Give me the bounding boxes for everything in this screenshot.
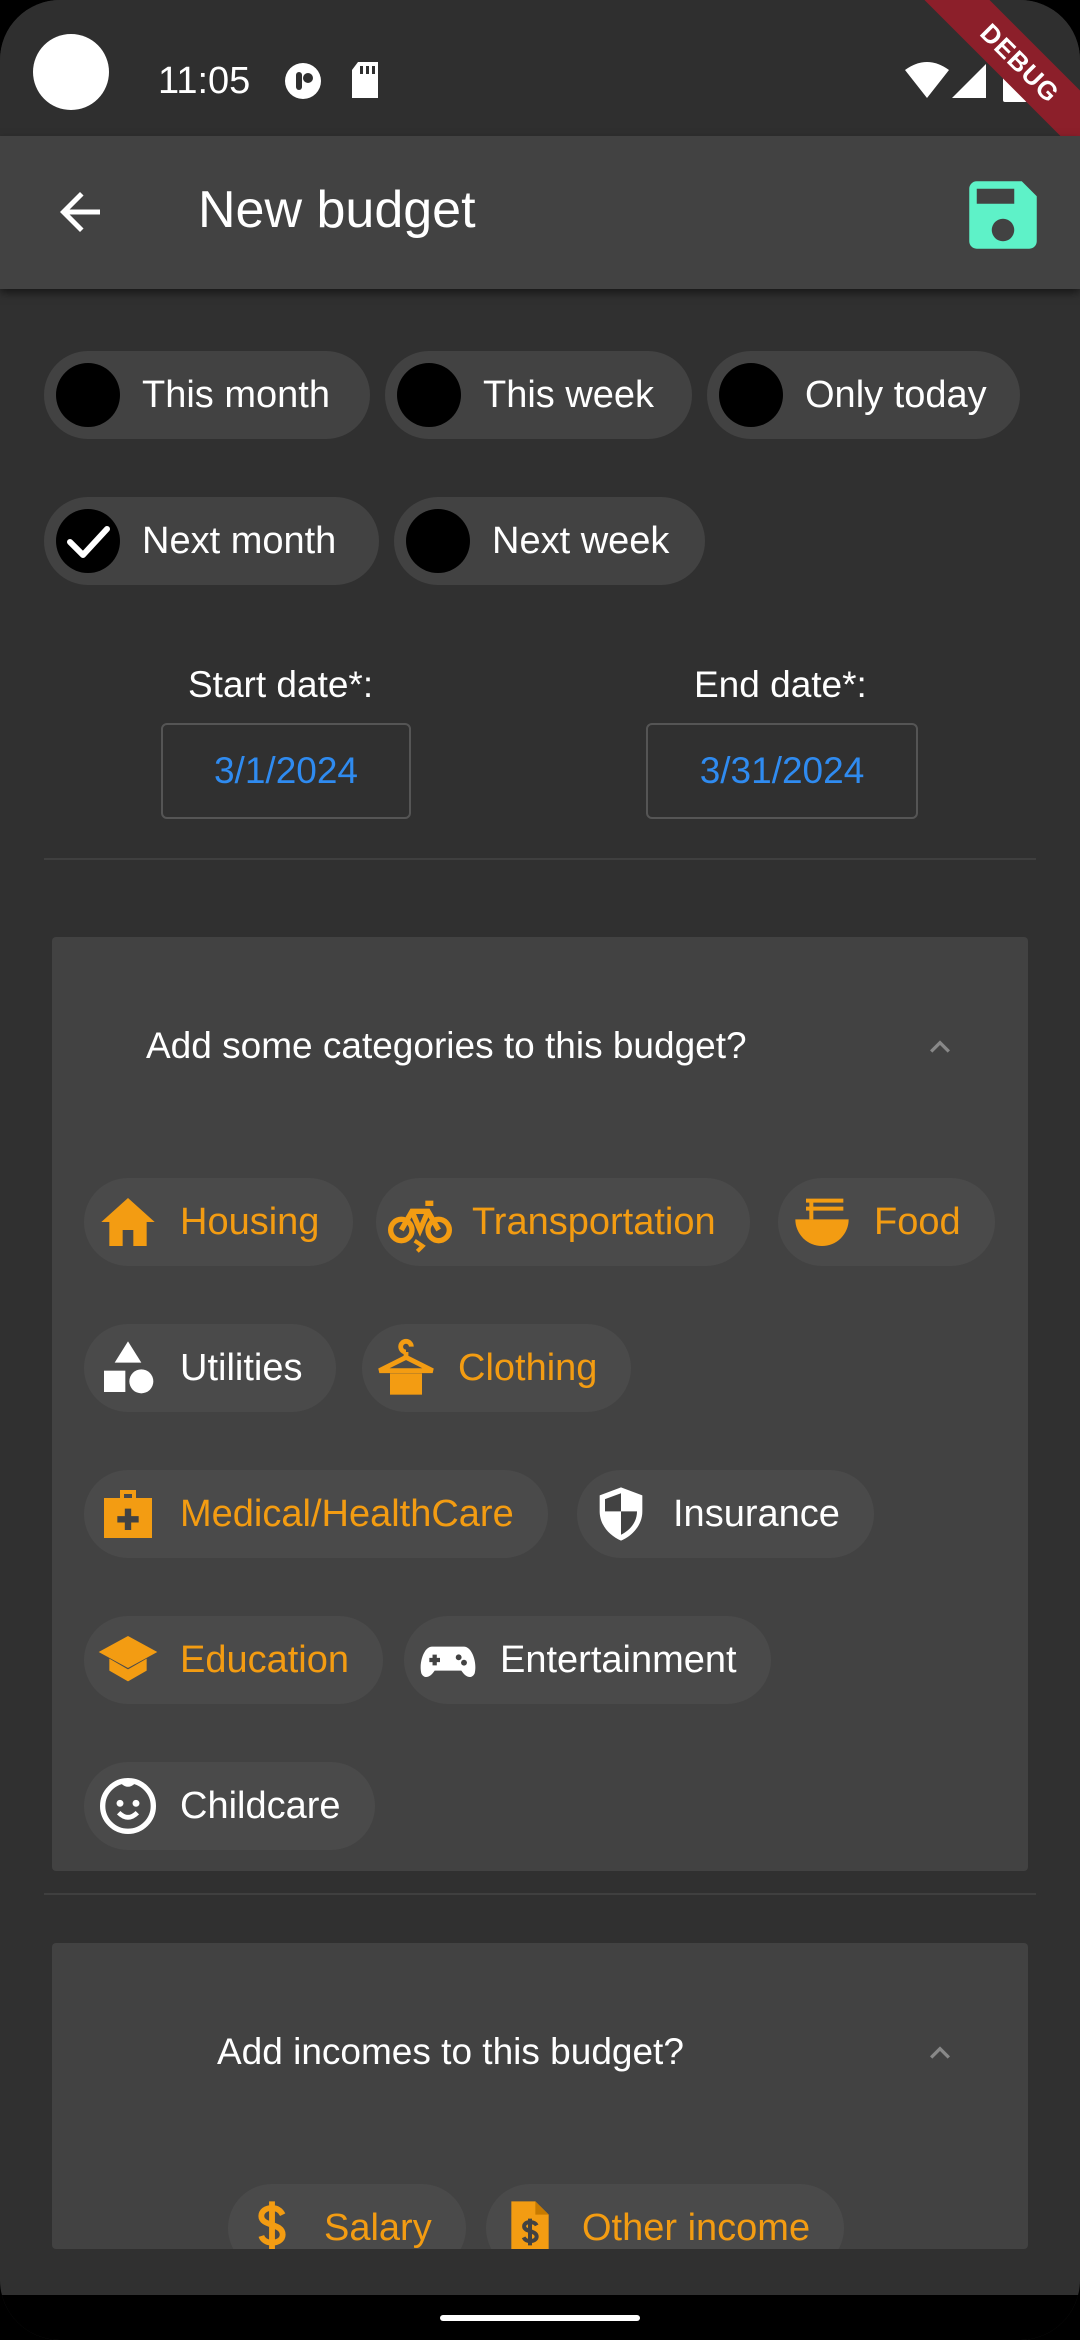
shapes-icon xyxy=(104,1341,154,1394)
radio-unchecked xyxy=(406,509,470,573)
category-chip-education[interactable]: Education xyxy=(84,1616,384,1704)
category-label: Housing xyxy=(180,1200,320,1243)
category-label: Clothing xyxy=(458,1346,598,1389)
category-chip-transportation[interactable]: Transportation xyxy=(376,1178,750,1266)
preset-label: This month xyxy=(142,373,330,416)
categories-panel-title[interactable]: Add some categories to this budget? xyxy=(146,1025,747,1067)
category-label: Education xyxy=(180,1638,350,1681)
income-label: Other income xyxy=(582,2206,811,2249)
chevron-up-icon[interactable] xyxy=(920,1027,960,1067)
category-label: Utilities xyxy=(180,1346,303,1389)
categories-panel: Add some categories to this budget? Hous… xyxy=(52,937,1028,1871)
category-chip-housing[interactable]: Housing xyxy=(84,1178,354,1266)
house-icon xyxy=(101,1198,155,1246)
preset-chip-only-today[interactable]: Only today xyxy=(707,351,1020,439)
graduation-cap-icon xyxy=(98,1636,158,1682)
signal-icon xyxy=(952,64,986,98)
invoice-dollar-icon xyxy=(511,2201,549,2249)
medical-bag-icon xyxy=(104,1490,152,1538)
category-chip-clothing[interactable]: Clothing xyxy=(362,1324,632,1412)
preset-label: Next month xyxy=(142,519,337,562)
status-time: 11:05 xyxy=(158,60,251,102)
category-label: Food xyxy=(874,1200,961,1243)
divider xyxy=(44,858,1036,860)
end-date-field[interactable]: 3/31/2024 xyxy=(646,723,918,819)
back-arrow-icon[interactable] xyxy=(50,182,110,242)
baby-face-icon xyxy=(100,1778,156,1834)
category-label: Transportation xyxy=(472,1200,716,1243)
category-label: Childcare xyxy=(180,1784,341,1827)
category-label: Entertainment xyxy=(500,1638,737,1681)
category-chip-medical[interactable]: Medical/HealthCare xyxy=(84,1470,548,1558)
preset-chip-this-month[interactable]: This month xyxy=(44,351,370,439)
home-gesture-handle[interactable] xyxy=(440,2315,640,2321)
category-chip-childcare[interactable]: Childcare xyxy=(84,1762,375,1850)
preset-chip-next-week[interactable]: Next week xyxy=(394,497,705,585)
check-icon xyxy=(56,509,120,573)
category-chip-food[interactable]: Food xyxy=(778,1178,995,1266)
preset-chip-this-week[interactable]: This week xyxy=(385,351,692,439)
category-label: Insurance xyxy=(673,1492,840,1535)
incomes-panel-title[interactable]: Add incomes to this budget? xyxy=(217,2031,684,2073)
chevron-up-icon[interactable] xyxy=(920,2033,960,2073)
dollar-icon xyxy=(258,2201,286,2249)
app-bar: New budget xyxy=(0,136,1080,289)
camera-cutout xyxy=(33,34,109,110)
wifi-icon xyxy=(905,62,949,98)
screen: 11:05 DEBUG New budget This month This w… xyxy=(0,0,1080,2340)
income-label: Salary xyxy=(324,2206,432,2249)
notification-app-icon xyxy=(285,63,321,99)
shield-icon xyxy=(599,1487,643,1541)
sd-card-icon xyxy=(352,62,378,98)
preset-label: This week xyxy=(483,373,655,416)
preset-label: Next week xyxy=(492,519,670,562)
hanger-icon xyxy=(378,1338,434,1395)
start-date-field[interactable]: 3/1/2024 xyxy=(161,723,411,819)
divider xyxy=(44,1893,1036,1895)
income-chip-other[interactable]: Other income xyxy=(486,2184,845,2249)
category-label: Medical/HealthCare xyxy=(180,1492,514,1535)
gamepad-icon xyxy=(420,1646,476,1678)
radio-unchecked xyxy=(56,363,120,427)
status-bar: 11:05 DEBUG xyxy=(0,0,1080,172)
category-chip-utilities[interactable]: Utilities xyxy=(84,1324,337,1412)
category-chip-insurance[interactable]: Insurance xyxy=(577,1470,874,1558)
bicycle-icon xyxy=(388,1200,452,1253)
noodle-bowl-icon xyxy=(795,1198,849,1246)
preset-label: Only today xyxy=(805,373,987,416)
radio-unchecked xyxy=(719,363,783,427)
page-title: New budget xyxy=(198,181,476,239)
end-date-label: End date*: xyxy=(694,664,867,705)
start-date-label: Start date*: xyxy=(188,664,374,705)
preset-chip-next-month[interactable]: Next month xyxy=(44,497,379,585)
category-chip-entertainment[interactable]: Entertainment xyxy=(404,1616,771,1704)
radio-unchecked xyxy=(397,363,461,427)
incomes-panel: Add incomes to this budget? Salary Other… xyxy=(52,1943,1028,2249)
income-chip-salary[interactable]: Salary xyxy=(228,2184,466,2249)
save-icon[interactable] xyxy=(958,170,1048,260)
